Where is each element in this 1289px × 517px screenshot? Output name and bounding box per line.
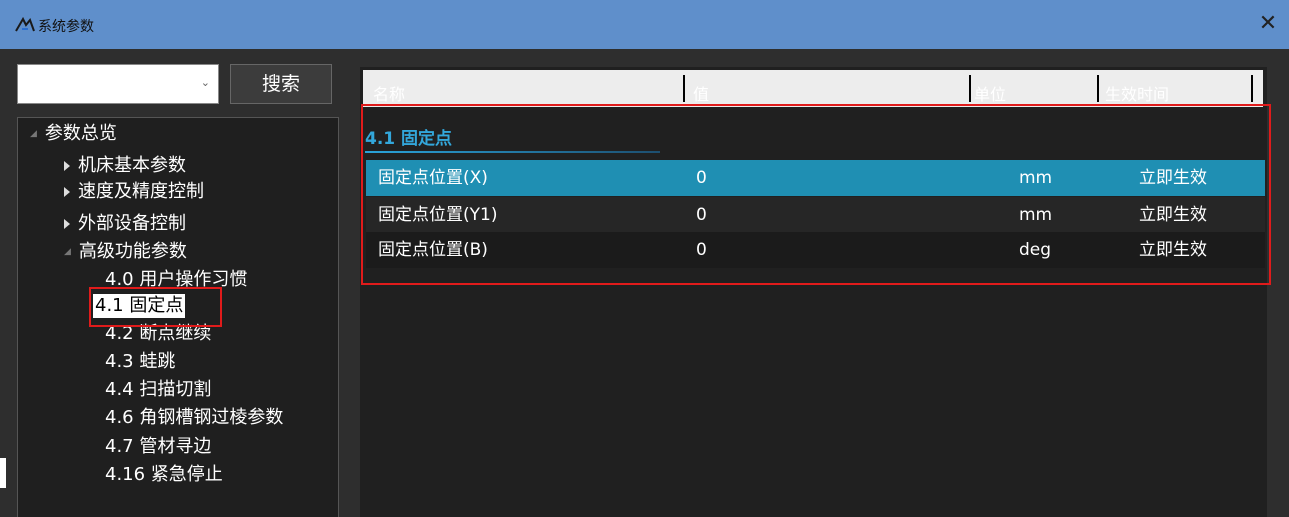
column-header-name[interactable]: 名称 (373, 70, 405, 107)
app-icon (14, 16, 36, 33)
tree-item-label: 速度及精度控制 (78, 181, 204, 202)
search-input[interactable]: ⌄ (17, 64, 219, 104)
expand-icon[interactable] (64, 161, 70, 171)
column-divider[interactable] (1097, 75, 1099, 102)
tree-root[interactable]: ◢ 参数总览 (30, 122, 117, 146)
tree-item-label: 高级功能参数 (78, 241, 187, 262)
column-divider[interactable] (969, 75, 971, 102)
tree-subitem-frog-jump[interactable]: 4.3 蛙跳 (105, 350, 175, 374)
expand-icon[interactable] (64, 219, 70, 229)
tree-subitem-emergency-stop[interactable]: 4.16 紧急停止 (105, 463, 223, 487)
tree-root-label: 参数总览 (44, 123, 117, 144)
column-header-unit[interactable]: 单位 (974, 70, 1006, 107)
edge-marker (0, 458, 6, 488)
tree-subitem-angle-steel[interactable]: 4.6 角钢槽钢过棱参数 (105, 406, 283, 430)
tree-item-label: 外部设备控制 (78, 213, 186, 234)
tree-subitem-tube-edge[interactable]: 4.7 管材寻边 (105, 435, 211, 459)
column-divider[interactable] (1251, 75, 1253, 102)
column-header-effect-time[interactable]: 生效时间 (1105, 70, 1169, 107)
grid-header: 名称 值 单位 生效时间 (363, 70, 1263, 107)
column-header-value[interactable]: 值 (693, 70, 709, 107)
search-button[interactable]: 搜索 (230, 64, 332, 104)
close-icon[interactable]: ✕ (1253, 10, 1283, 38)
chevron-down-icon[interactable]: ⌄ (201, 76, 210, 89)
title-bar: 系统参数 ✕ (0, 0, 1289, 49)
expand-icon[interactable] (64, 187, 70, 197)
tree-item-external-devices[interactable]: 外部设备控制 (64, 212, 186, 236)
tree-subitem-scan-cut[interactable]: 4.4 扫描切割 (105, 378, 211, 402)
highlight-box-parameters (361, 104, 1271, 285)
highlight-box-selected-item (89, 287, 222, 327)
tree-item-speed-precision[interactable]: 速度及精度控制 (64, 180, 204, 204)
window-title: 系统参数 (38, 19, 94, 35)
tree-item-machine-basic[interactable]: 机床基本参数 (64, 154, 186, 178)
column-divider[interactable] (683, 75, 685, 102)
collapse-icon[interactable]: ◢ (30, 122, 37, 146)
system-parameters-window: 系统参数 ✕ ⌄ 搜索 ◢ 参数总览 机床基本参数 速度及精度控制 外部设备控制 … (0, 0, 1289, 517)
collapse-icon[interactable]: ◢ (64, 240, 71, 264)
tree-item-advanced[interactable]: ◢ 高级功能参数 (64, 240, 187, 264)
tree-item-label: 机床基本参数 (78, 155, 186, 176)
